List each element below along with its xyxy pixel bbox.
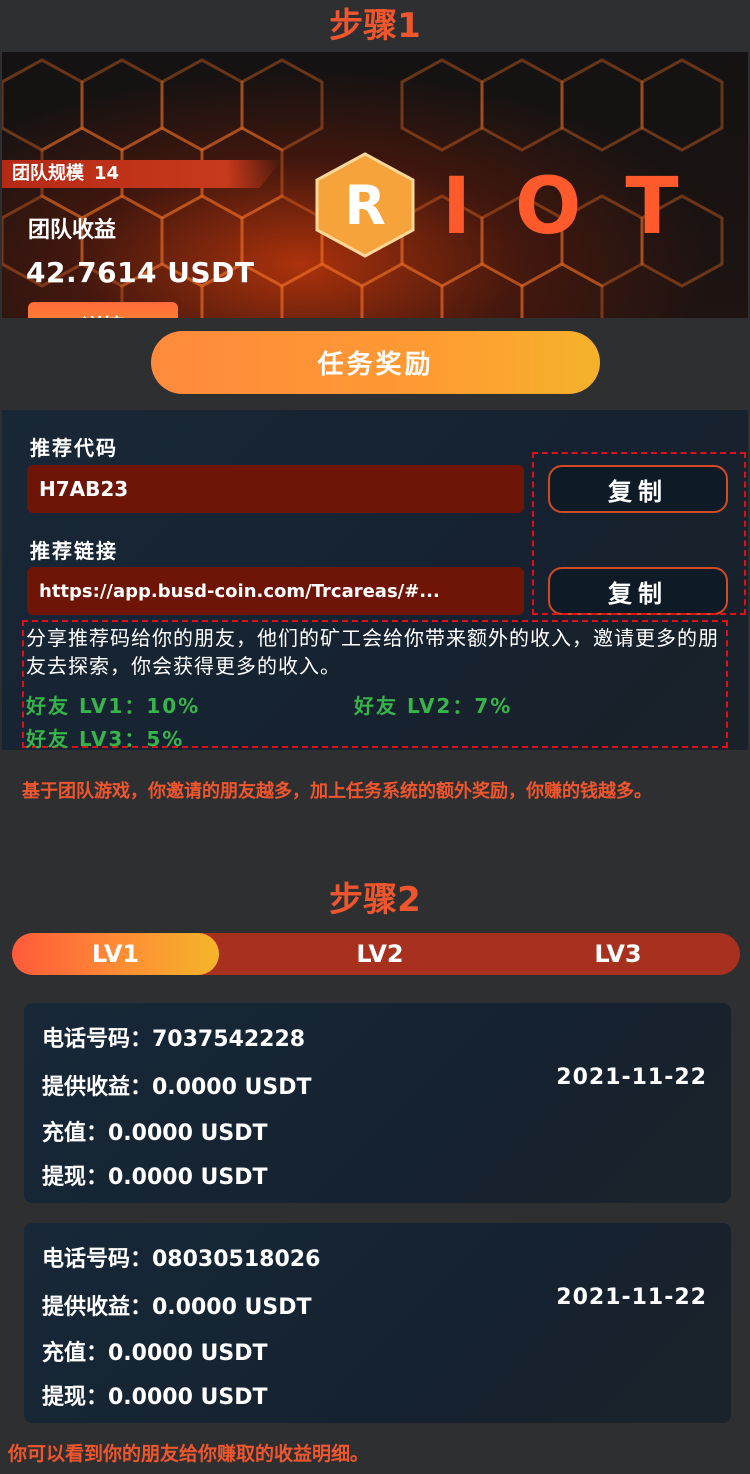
level-tabs: LV1 LV2 LV3 (12, 933, 740, 975)
friend-phone: 电话号码：7037542228 (42, 1027, 306, 1052)
referral-code-label: 推荐代码 (30, 436, 118, 460)
step2-title: 步骤2 (329, 880, 421, 920)
team-earnings-label: 团队收益 (28, 218, 117, 243)
friend-phone: 电话号码：08030518026 (42, 1247, 321, 1272)
tab-lv3[interactable]: LV3 (518, 933, 718, 975)
team-note: 基于团队游戏，你邀请的朋友越多，加上任务系统的额外奖励，你赚的钱越多。 (22, 781, 652, 802)
copy-buttons-highlight (532, 452, 746, 615)
friend-date: 2021-11-22 (556, 1065, 707, 1090)
friend-withdraw: 提现：0.0000 USDT (42, 1385, 268, 1410)
bottom-note: 你可以看到你的朋友给你赚取的收益明细。 (8, 1443, 370, 1465)
friend-date: 2021-11-22 (556, 1285, 707, 1310)
share-description: 分享推荐码给你的朋友，他们的矿工会给你带来额外的收入，邀请更多的朋友去探索，你会… (26, 626, 719, 678)
friend-earnings: 提供收益：0.0000 USDT (42, 1075, 312, 1100)
logo-mark: R (344, 174, 386, 237)
friend-lv1-rate: 好友 LV1：10% (26, 694, 201, 718)
friend-card: 电话号码：08030518026 提供收益：0.0000 USDT 充值：0.0… (24, 1223, 731, 1423)
tab-lv1[interactable]: LV1 (12, 933, 219, 975)
team-banner: 团队规模 14 团队收益 42.7614 USDT 详情 R IOT (2, 52, 748, 318)
details-button[interactable]: 详情 (28, 302, 178, 318)
team-earnings-value: 42.7614 USDT (26, 256, 255, 289)
step1-title: 步骤1 (329, 6, 421, 46)
friend-lv3-rate: 好友 LV3：5% (26, 727, 185, 751)
friend-withdraw: 提现：0.0000 USDT (42, 1165, 268, 1190)
referral-code-field[interactable] (27, 465, 524, 513)
friend-earnings: 提供收益：0.0000 USDT (42, 1295, 312, 1320)
team-size-value: 14 (94, 163, 120, 184)
team-size-tag: 团队规模 14 (2, 160, 282, 188)
referral-link-label: 推荐链接 (30, 539, 118, 563)
team-size-label: 团队规模 (12, 163, 84, 184)
logo-text: IOT (442, 162, 723, 252)
tab-lv2[interactable]: LV2 (280, 933, 480, 975)
task-reward-button[interactable]: 任务奖励 (151, 331, 600, 394)
riot-logo-hex: R (315, 152, 415, 258)
friend-lv2-rate: 好友 LV2：7% (354, 694, 513, 718)
friend-recharge: 充值：0.0000 USDT (42, 1121, 268, 1146)
referral-link-field[interactable] (27, 567, 524, 615)
friend-card: 电话号码：7037542228 提供收益：0.0000 USDT 充值：0.00… (24, 1003, 731, 1203)
friend-recharge: 充值：0.0000 USDT (42, 1341, 268, 1366)
